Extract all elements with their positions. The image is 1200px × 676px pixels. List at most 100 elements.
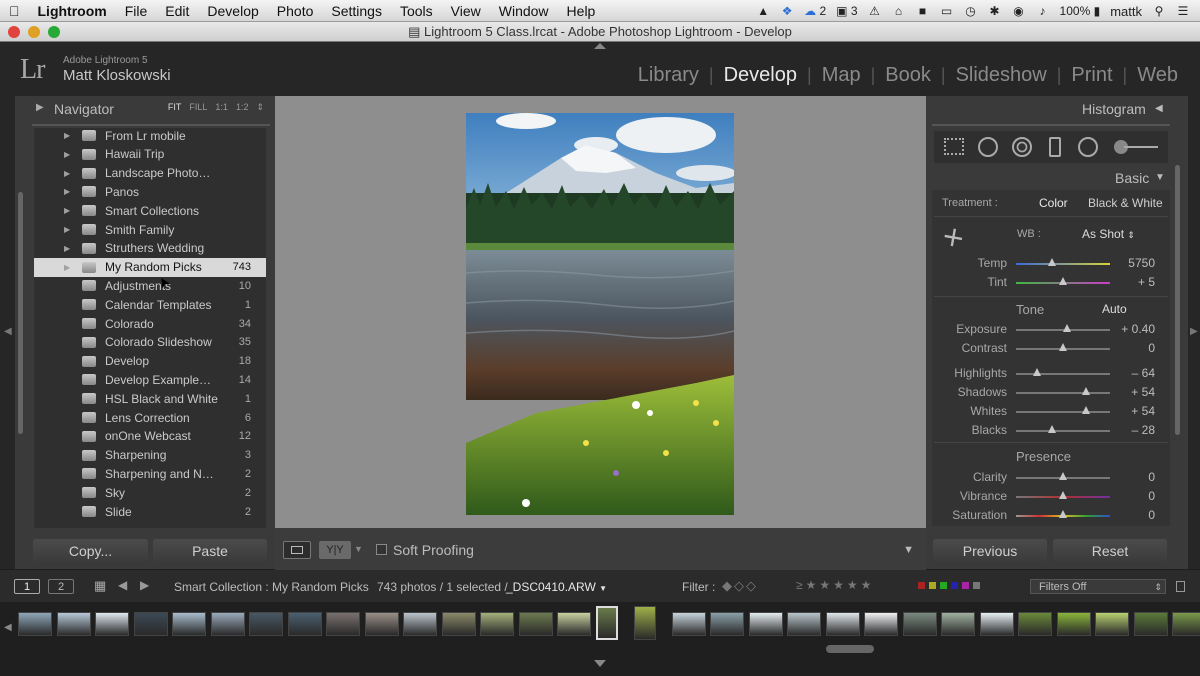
filmstrip-thumbnail[interactable] — [633, 606, 656, 640]
slider-value[interactable]: + 54 — [1131, 404, 1155, 418]
slider-value[interactable]: 5750 — [1128, 256, 1155, 270]
filmstrip-thumbnail[interactable] — [441, 612, 476, 636]
filmstrip-thumbnail[interactable] — [249, 612, 283, 636]
forward-arrow-icon[interactable]: ▶ — [140, 578, 149, 592]
spot-removal-icon[interactable] — [978, 137, 998, 157]
display-icon[interactable]: ▭ — [940, 5, 954, 17]
slider-thumb[interactable] — [1059, 343, 1067, 351]
menu-window[interactable]: Window — [490, 3, 558, 19]
filename-menu[interactable]: _DSC0410.ARW ▼ — [506, 580, 607, 594]
wb-select[interactable]: As Shot ⇕ — [1082, 227, 1135, 241]
slider-track[interactable] — [1016, 343, 1110, 351]
filter-presets-select[interactable]: Filters Off ⇕ — [1030, 579, 1166, 594]
reset-button[interactable]: Reset — [1053, 539, 1167, 563]
treatment-black-white[interactable]: Black & White — [1088, 196, 1163, 210]
spotlight-search-icon[interactable]: ⚲ — [1152, 5, 1166, 17]
expand-triangle-icon[interactable]: ▶ — [64, 150, 70, 159]
collection-row[interactable]: Colorado Slideshow 35 — [34, 333, 266, 352]
left-panel-scrollbar[interactable] — [18, 192, 23, 434]
filmstrip-thumbnail[interactable] — [133, 612, 168, 636]
filmstrip-thumbnail[interactable] — [364, 612, 399, 636]
apple-icon[interactable]:  — [0, 3, 29, 19]
tone-auto-button[interactable]: Auto — [1102, 302, 1127, 316]
expand-triangle-icon[interactable]: ▶ — [64, 244, 70, 253]
collection-row[interactable]: Sharpening 3 — [34, 446, 266, 465]
slider-track[interactable] — [1016, 425, 1110, 433]
filter-lock-icon[interactable] — [1176, 581, 1185, 592]
user-name[interactable]: mattk — [1110, 4, 1142, 19]
grid-view-icon[interactable]: ▦ — [94, 578, 106, 594]
expand-triangle-icon[interactable]: ▶ — [64, 187, 70, 196]
bluetooth-icon[interactable]: ✱ — [988, 5, 1002, 17]
evernote-icon[interactable]: ■ — [916, 5, 930, 17]
zoom-1-1[interactable]: 1:1 — [215, 102, 228, 113]
collection-row[interactable]: ▶ Struthers Wedding — [34, 239, 266, 258]
previous-button[interactable]: Previous — [933, 539, 1047, 563]
filmstrip-scrollbar[interactable] — [826, 645, 874, 653]
collection-row[interactable]: onOne Webcast 12 — [34, 427, 266, 446]
filmstrip-thumbnail[interactable] — [979, 612, 1014, 636]
collection-row[interactable]: ▶ Panos — [34, 182, 266, 201]
loupe-view-button[interactable] — [283, 541, 311, 559]
filmstrip-thumbnail[interactable] — [748, 612, 783, 636]
slider-value[interactable]: + 0.40 — [1121, 322, 1155, 336]
adobe-indicator[interactable]: ▣ 3 — [836, 4, 857, 18]
slider-value[interactable]: 0 — [1148, 470, 1155, 484]
filmstrip-thumbnail[interactable] — [403, 612, 437, 636]
left-panel-toggle-icon[interactable]: ◀ — [4, 326, 12, 337]
expand-triangle-icon[interactable]: ▶ — [64, 263, 70, 272]
filmstrip-thumbnail[interactable] — [787, 612, 821, 636]
expand-triangle-icon[interactable]: ▶ — [64, 131, 70, 140]
menu-tools[interactable]: Tools — [391, 3, 442, 19]
main-window-button[interactable]: 1 — [14, 579, 40, 594]
slider-track[interactable] — [1016, 491, 1110, 499]
slider-track[interactable] — [1016, 406, 1110, 414]
volume-icon[interactable]: ♪ — [1036, 5, 1050, 17]
home-icon[interactable]: ⌂ — [892, 5, 906, 17]
slider-track[interactable] — [1016, 277, 1110, 285]
filmstrip-thumbnail[interactable] — [864, 612, 898, 636]
slider-track[interactable] — [1016, 387, 1110, 395]
treatment-color[interactable]: Color — [1039, 196, 1068, 210]
slider-track[interactable] — [1016, 324, 1110, 332]
menu-view[interactable]: View — [442, 3, 490, 19]
module-map[interactable]: Map — [812, 64, 871, 87]
star-filter-icons[interactable]: ≥★★★★★ — [796, 578, 874, 592]
slider-track[interactable] — [1016, 368, 1110, 376]
minimize-window-button[interactable] — [28, 26, 40, 38]
navigator-header[interactable]: ▶ Navigator FIT FILL 1:1 1:2 ⇕ — [32, 98, 272, 120]
basic-collapse-icon[interactable]: ▼ — [1155, 172, 1165, 183]
slider-thumb[interactable] — [1081, 387, 1090, 395]
filmstrip-thumbnail[interactable] — [941, 612, 975, 636]
filmstrip-thumbnail[interactable] — [825, 612, 860, 636]
graduated-filter-icon[interactable] — [1049, 137, 1061, 157]
collection-row[interactable]: ▶ Landscape Photo… — [34, 164, 266, 183]
filmstrip-thumbnail[interactable] — [1018, 612, 1052, 636]
slider-thumb[interactable] — [1059, 472, 1067, 480]
filmstrip-thumbnail[interactable] — [56, 612, 91, 636]
toolbar-content-menu-icon[interactable]: ▼ — [903, 544, 914, 556]
expand-triangle-icon[interactable]: ▶ — [64, 206, 70, 215]
collection-row[interactable]: ▶ From Lr mobile — [34, 128, 266, 145]
slider-thumb[interactable] — [1047, 425, 1056, 433]
slider-value[interactable]: – 28 — [1132, 423, 1155, 437]
zoom-fill[interactable]: FILL — [189, 102, 207, 113]
filmstrip-thumbnail[interactable] — [710, 612, 744, 636]
filmstrip-thumbnail[interactable] — [557, 612, 591, 636]
slider-track[interactable] — [1016, 258, 1110, 266]
slider-thumb[interactable] — [1032, 368, 1041, 376]
slider-track[interactable] — [1016, 510, 1110, 518]
creative-cloud-indicator[interactable]: ☁ 2 — [804, 4, 826, 18]
dropbox-icon[interactable]: ❖ — [780, 5, 794, 17]
photo-preview[interactable] — [466, 113, 734, 515]
wifi-icon[interactable]: ◉ — [1012, 5, 1026, 17]
filmstrip-thumbnail[interactable] — [518, 612, 553, 636]
collection-row[interactable]: Adjustments 10 — [34, 276, 266, 295]
menu-edit[interactable]: Edit — [156, 3, 198, 19]
slider-thumb[interactable] — [1059, 510, 1067, 518]
slider-thumb[interactable] — [1081, 406, 1090, 414]
adjustment-brush-icon[interactable] — [1114, 140, 1158, 154]
battery-indicator[interactable]: 100% ▮ — [1060, 4, 1101, 18]
slider-value[interactable]: 0 — [1148, 508, 1155, 522]
compare-menu-icon[interactable]: ▼ — [354, 544, 363, 554]
